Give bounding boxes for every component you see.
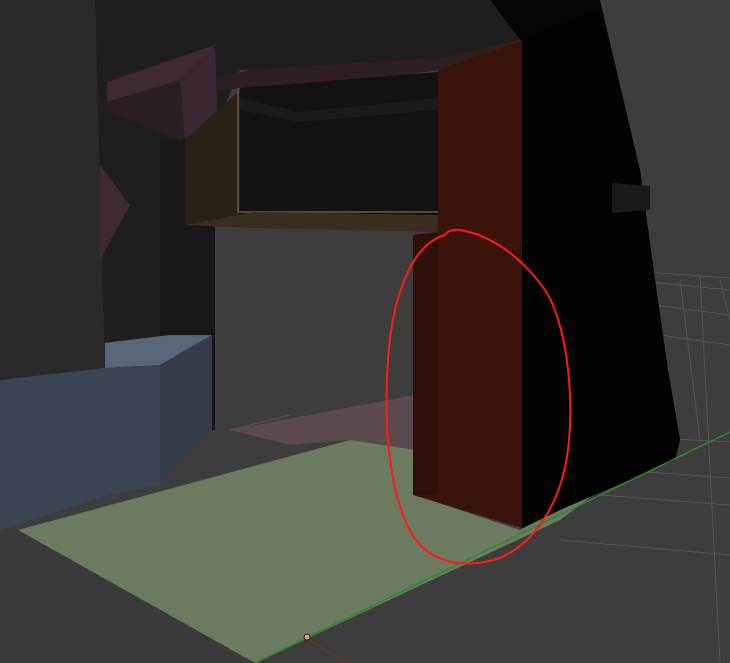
origin-point[interactable]	[303, 633, 311, 641]
small-box-right	[612, 183, 650, 213]
dark-wall-left	[0, 0, 105, 380]
frame-inner	[240, 72, 438, 215]
3d-viewport[interactable]	[0, 0, 730, 663]
viewport-canvas[interactable]	[0, 0, 730, 663]
red-pillar-side-shade	[413, 232, 438, 495]
